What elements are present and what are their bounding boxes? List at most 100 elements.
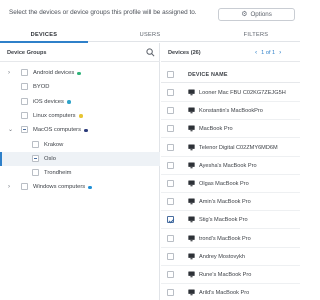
- group-color-dot: [84, 128, 88, 133]
- device-row[interactable]: Looner Mac FBU C02KG7ZEJG5H: [161, 84, 300, 102]
- group-color-dot: [67, 100, 71, 104]
- device-checkbox[interactable]: [167, 125, 174, 133]
- monitor-icon: [188, 253, 195, 260]
- group-color-dot: [88, 185, 92, 190]
- device-row[interactable]: Andrey Mostovykh: [161, 248, 300, 266]
- device-name: Ayesha's MacBook Pro: [199, 162, 257, 169]
- monitor-icon: [188, 180, 195, 187]
- tab-devices[interactable]: DEVICES: [0, 27, 88, 43]
- group-checkbox[interactable]: [21, 69, 28, 76]
- tree-item-label: MacOS computers: [33, 127, 81, 134]
- tree-item-label: Oslo: [44, 155, 56, 162]
- monitor-icon: [188, 271, 195, 278]
- device-checkbox[interactable]: [167, 180, 174, 187]
- device-row[interactable]: MacBook Pro: [161, 120, 300, 139]
- device-checkbox[interactable]: [167, 289, 174, 297]
- device-table-header: DEVICE NAME: [161, 71, 300, 83]
- group-checkbox[interactable]: [21, 83, 28, 91]
- search-icon[interactable]: [146, 48, 155, 57]
- group-checkbox[interactable]: [32, 169, 39, 177]
- monitor-icon: [188, 144, 195, 150]
- device-checkbox[interactable]: [167, 198, 174, 206]
- chevron-down-icon[interactable]: ⌄: [8, 126, 13, 134]
- device-row[interactable]: Telenor Digital C02ZMY6MD6M: [161, 139, 300, 157]
- pagination: ‹ 1 of 1 ›: [255, 49, 281, 56]
- tree-item[interactable]: › Android devices: [0, 66, 160, 80]
- devices-panel: Devices (26) ‹ 1 of 1 › DEVICE NAME Loon…: [161, 43, 300, 300]
- tab-users[interactable]: USERS: [88, 27, 212, 42]
- selection-indicator: [0, 151, 2, 166]
- monitor-icon: [188, 89, 195, 96]
- group-checkbox[interactable]: [21, 126, 28, 134]
- tree-item-label: Windows computers: [33, 184, 86, 191]
- group-checkbox[interactable]: [32, 140, 39, 148]
- tree-item[interactable]: Linux computers: [0, 109, 160, 123]
- select-all-checkbox[interactable]: [167, 71, 174, 78]
- device-name: Telenor Digital C02ZMY6MD6M: [199, 144, 278, 151]
- tree-item-label: iOS devices: [33, 98, 64, 105]
- tree-item[interactable]: ⌄ MacOS computers: [0, 123, 160, 137]
- device-checkbox[interactable]: [167, 234, 174, 242]
- device-name-column-header: DEVICE NAME: [188, 72, 228, 78]
- device-name: Andrey Mostovykh: [199, 253, 246, 260]
- top-bar: Select the devices or device groups this…: [0, 0, 300, 27]
- device-groups-panel: Device Groups › Android devices BYOD iOS de…: [0, 43, 160, 300]
- device-name: Konstantin's MacBookPro: [199, 108, 263, 115]
- monitor-icon: [188, 107, 195, 114]
- monitor-icon: [188, 216, 195, 223]
- device-groups-title: Device Groups: [7, 50, 47, 56]
- monitor-icon: [188, 162, 195, 169]
- tree-item[interactable]: › Windows computers: [0, 180, 160, 194]
- tree-item[interactable]: Trondheim: [0, 166, 160, 180]
- device-row[interactable]: Konstantin's MacBookPro: [161, 102, 300, 121]
- tree-item-label: Linux computers: [33, 112, 76, 119]
- group-checkbox[interactable]: [21, 111, 28, 119]
- options-button[interactable]: ⚙ Options: [218, 8, 295, 21]
- device-row[interactable]: Amin's MacBook Pro: [161, 193, 300, 212]
- monitor-icon: [188, 198, 195, 205]
- chevron-right-icon[interactable]: ›: [279, 49, 281, 56]
- chevron-left-icon[interactable]: ‹: [255, 49, 257, 56]
- tree-item-label: Krakow: [44, 141, 64, 148]
- group-checkbox[interactable]: [32, 154, 39, 162]
- device-row[interactable]: Ayesha's MacBook Pro: [161, 157, 300, 175]
- chevron-right-icon[interactable]: ›: [8, 183, 10, 191]
- monitor-icon: [188, 235, 195, 241]
- tree-item[interactable]: Krakow: [0, 138, 160, 152]
- tab-bar: DEVICES USERS FILTERS: [0, 27, 300, 43]
- tree-item[interactable]: Oslo: [0, 151, 160, 166]
- tree-item[interactable]: iOS devices: [0, 95, 160, 109]
- device-row[interactable]: trond's MacBook Pro: [161, 230, 300, 248]
- device-name: Stig's MacBook Pro: [199, 217, 248, 224]
- tab-filters[interactable]: FILTERS: [212, 27, 300, 42]
- device-name: Amin's MacBook Pro: [199, 199, 251, 206]
- group-color-dot: [79, 114, 83, 118]
- device-name: Arild's MacBook Pro: [199, 290, 250, 297]
- tree-item[interactable]: BYOD: [0, 80, 160, 94]
- gear-icon: ⚙: [241, 11, 248, 18]
- device-row[interactable]: Stig's MacBook Pro: [161, 211, 300, 230]
- device-row[interactable]: Arild's MacBook Pro: [161, 284, 300, 300]
- device-name: MacBook Pro: [199, 126, 233, 133]
- device-row[interactable]: Olgas MacBook Pro: [161, 175, 300, 193]
- device-checkbox[interactable]: [167, 143, 174, 151]
- page-indicator: 1 of 1: [261, 49, 276, 56]
- device-checkbox[interactable]: [167, 252, 174, 260]
- group-color-dot: [77, 71, 81, 75]
- device-checkbox[interactable]: [167, 161, 174, 169]
- tree-item-label: BYOD: [33, 84, 50, 91]
- monitor-icon: [188, 125, 195, 132]
- device-checkbox[interactable]: [167, 271, 174, 278]
- group-checkbox[interactable]: [21, 183, 28, 191]
- device-checkbox[interactable]: [167, 216, 174, 224]
- chevron-right-icon[interactable]: ›: [8, 69, 10, 77]
- device-checkbox[interactable]: [167, 89, 174, 96]
- monitor-icon: [188, 289, 195, 296]
- device-name: trond's MacBook Pro: [199, 235, 251, 242]
- device-row[interactable]: Rune's MacBook Pro: [161, 266, 300, 284]
- options-label: Options: [250, 11, 272, 18]
- devices-header: Devices (26) ‹ 1 of 1 ›: [161, 43, 300, 62]
- tree-item-label: Trondheim: [44, 170, 72, 177]
- group-checkbox[interactable]: [21, 97, 28, 105]
- device-checkbox[interactable]: [167, 107, 174, 115]
